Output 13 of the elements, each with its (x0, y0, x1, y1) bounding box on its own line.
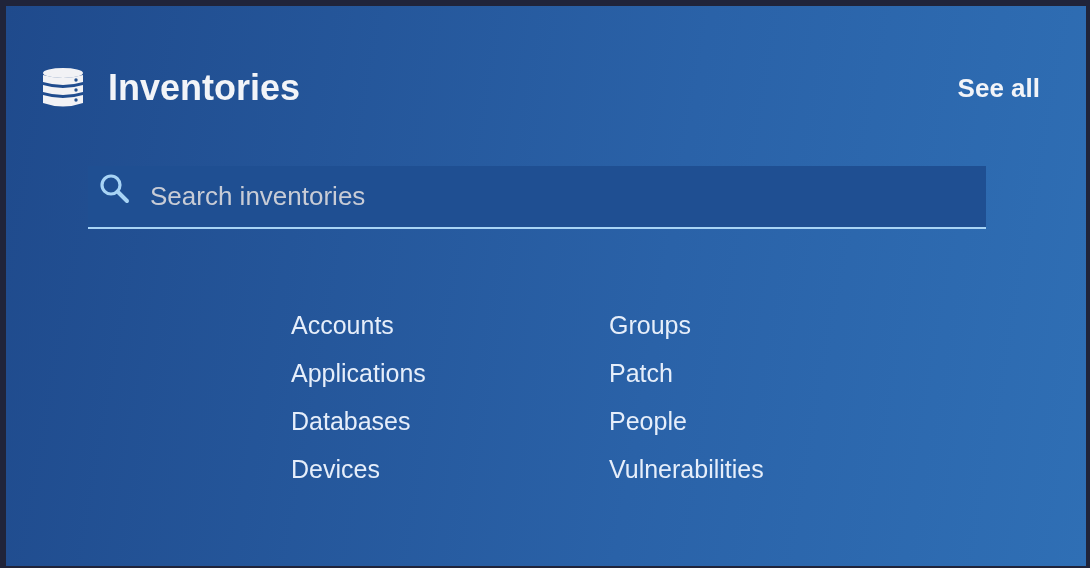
inventory-link[interactable]: Accounts (291, 301, 394, 349)
database-icon (42, 68, 84, 108)
inventory-link[interactable]: Patch (609, 349, 673, 397)
inventory-link[interactable]: Groups (609, 301, 691, 349)
card-title: Inventories (108, 70, 301, 106)
inventory-link[interactable]: Devices (291, 445, 380, 493)
inventory-link[interactable]: People (609, 397, 687, 445)
search-field[interactable]: Search inventories (88, 166, 986, 229)
search-icon (98, 172, 130, 204)
inventory-link[interactable]: Databases (291, 397, 411, 445)
inventory-link[interactable]: Vulnerabilities (609, 445, 764, 493)
see-all-link[interactable]: See all (957, 72, 1040, 104)
inventory-link[interactable]: Applications (291, 349, 426, 397)
